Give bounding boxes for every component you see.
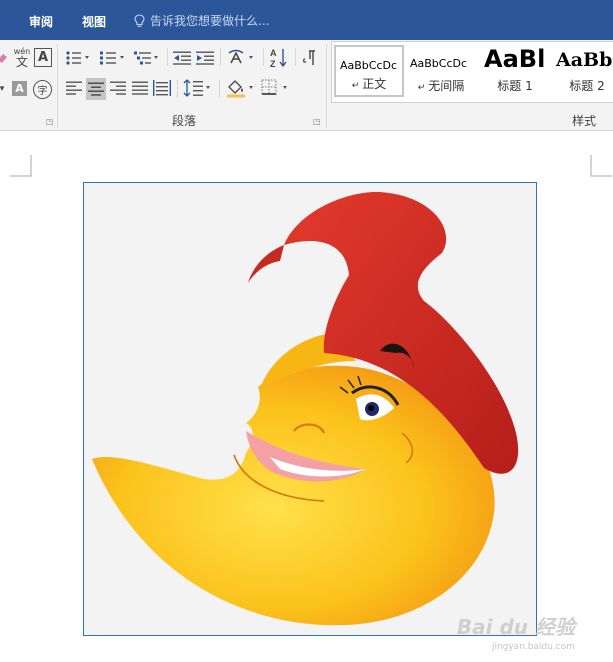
svg-text:Z: Z — [270, 59, 276, 69]
borders-icon — [261, 79, 287, 95]
decrease-indent-button[interactable] — [172, 48, 192, 68]
distributed-button[interactable] — [152, 78, 172, 98]
paint-bucket-icon — [227, 80, 253, 98]
align-left-icon — [66, 81, 82, 95]
style-no-spacing[interactable]: AaBbCcDc ↵ 无间隔 — [406, 45, 476, 97]
font-dialog-launcher-icon[interactable]: ◳ — [46, 117, 54, 126]
borders-button[interactable] — [260, 77, 292, 99]
align-right-button[interactable] — [108, 78, 128, 98]
ribbon: wén 文 A ▾ A 字 ◳ A Z 段落 ◳ AaBbCcDc ↵ 正文 A… — [0, 40, 613, 131]
ribbon-tab-bar: 审阅 视图 告诉我您想要做什么... — [0, 0, 613, 40]
baidu-watermark: Bai du 经验 — [456, 615, 575, 639]
align-center-button[interactable] — [86, 78, 106, 100]
paragraph-group-label: 段落 — [172, 114, 197, 128]
bullets-button[interactable] — [64, 48, 92, 68]
style-normal-sample: AaBbCcDc — [340, 59, 398, 72]
paragraph-dialog-launcher-icon[interactable]: ◳ — [313, 117, 321, 126]
outdent-icon — [173, 51, 191, 65]
phonetic-guide-char: 文 — [15, 55, 28, 69]
increase-indent-button[interactable] — [195, 48, 215, 68]
justify-icon — [132, 81, 148, 95]
margin-corner-mark — [10, 155, 32, 177]
style-heading-2[interactable]: AaBbC 标题 2 — [552, 45, 613, 97]
margin-corner-mark — [590, 155, 612, 177]
shading-button[interactable] — [224, 77, 258, 99]
styles-group-label: 样式 — [572, 114, 597, 128]
text-direction-icon — [228, 49, 253, 64]
selected-image[interactable] — [83, 182, 537, 636]
style-heading-2-sample: AaBbC — [556, 49, 613, 71]
styles-gallery: AaBbCcDc ↵ 正文 AaBbCcDc ↵ 无间隔 AaBl 标题 1 A… — [331, 41, 613, 103]
align-right-icon — [110, 81, 126, 95]
tab-review[interactable]: 审阅 — [29, 13, 53, 30]
moon-cartoon-image — [92, 192, 519, 626]
distributed-align-icon — [153, 80, 171, 96]
phonetic-guide-button[interactable]: wén 文 — [12, 47, 32, 69]
indent-icon — [196, 51, 214, 65]
toolbar-separator — [263, 48, 264, 66]
toolbar-separator — [177, 80, 178, 98]
show-formatting-marks-button[interactable] — [300, 48, 320, 68]
line-spacing-icon — [183, 79, 210, 97]
character-border-button[interactable]: A — [34, 48, 52, 67]
justify-button[interactable] — [130, 78, 150, 98]
multilevel-list-button[interactable] — [132, 48, 162, 68]
style-heading-1[interactable]: AaBl 标题 1 — [480, 45, 550, 97]
style-heading-1-sample: AaBl — [484, 45, 546, 73]
pilcrow-icon — [303, 50, 315, 65]
numbered-list-icon — [100, 51, 124, 65]
multilevel-list-icon — [134, 51, 158, 65]
style-heading-1-name: 标题 1 — [497, 79, 533, 93]
style-no-spacing-name: ↵ 无间隔 — [417, 79, 465, 93]
toolbar-separator — [167, 48, 168, 66]
toolbar-separator — [219, 80, 220, 98]
svg-text:A: A — [270, 48, 277, 58]
toolbar-separator — [220, 48, 221, 66]
style-normal-name: ↵ 正文 — [351, 77, 387, 91]
character-shading-button[interactable]: A — [12, 81, 27, 96]
sort-az-icon: A Z — [270, 48, 287, 69]
style-normal[interactable]: AaBbCcDc ↵ 正文 — [334, 45, 404, 97]
sort-button[interactable]: A Z — [268, 46, 290, 70]
toolbar-separator — [295, 48, 296, 66]
group-separator — [57, 44, 58, 128]
clear-format-icon[interactable] — [0, 50, 8, 66]
dropdown-arrow-icon[interactable]: ▾ — [0, 82, 6, 96]
numbering-button[interactable] — [98, 48, 128, 68]
align-left-button[interactable] — [64, 78, 84, 98]
bullet-list-icon — [66, 51, 89, 65]
baidu-watermark-url: jingyan.baidu.com — [491, 642, 575, 652]
document-page[interactable]: Bai du 经验 jingyan.baidu.com — [0, 131, 613, 662]
tell-me-placeholder: 告诉我您想要做什么... — [150, 14, 270, 28]
tell-me-box[interactable]: 告诉我您想要做什么... — [134, 12, 269, 29]
tab-view[interactable]: 视图 — [82, 13, 106, 30]
align-center-icon — [88, 82, 104, 96]
lightbulb-icon — [134, 13, 145, 27]
group-separator — [326, 44, 327, 128]
enclose-characters-button[interactable]: 字 — [33, 80, 52, 99]
text-direction-button[interactable] — [226, 47, 258, 69]
style-heading-2-name: 标题 2 — [569, 79, 605, 93]
style-no-spacing-sample: AaBbCcDc — [410, 57, 468, 70]
line-spacing-button[interactable] — [182, 77, 214, 99]
